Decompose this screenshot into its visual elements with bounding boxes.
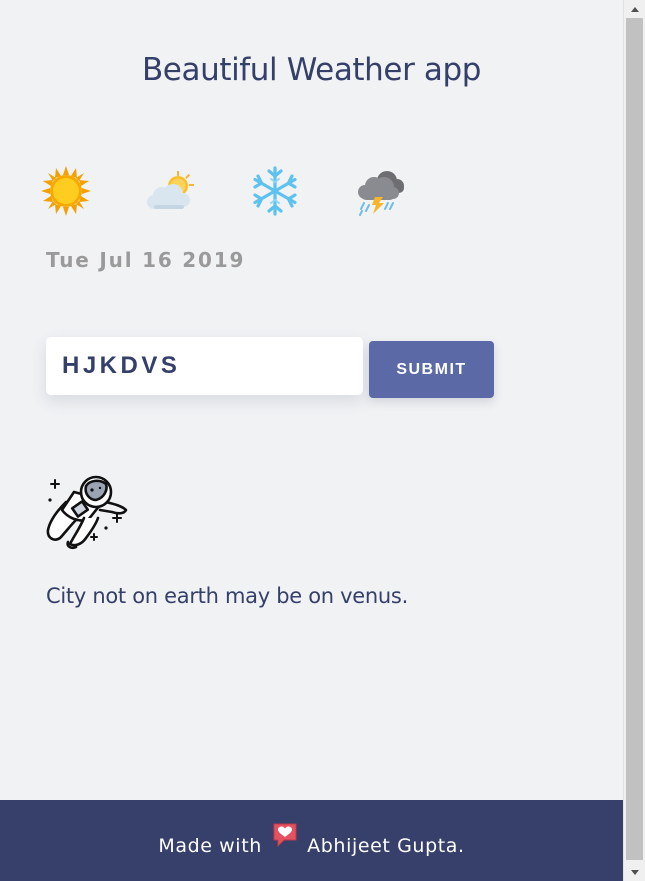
city-search-input[interactable] (46, 337, 363, 395)
footer-author: Abhijeet Gupta. (307, 835, 465, 857)
viewport: Beautiful Weather app Tue Jul 16 2019 HJ… (0, 0, 645, 881)
arrow-up-icon (630, 6, 639, 12)
thunderstorm-icon (358, 171, 404, 216)
footer-credit: Made with Abhijeet Gupta. (0, 823, 623, 857)
heart-icon (273, 823, 297, 848)
page-title: Beautiful Weather app (141, 52, 482, 88)
arrow-down-icon (630, 869, 639, 875)
current-date: Tue Jul 16 2019 (46, 248, 246, 272)
scroll-down-button[interactable] (624, 863, 645, 881)
snowflake-icon (253, 166, 297, 216)
sun-icon (41, 166, 91, 216)
vertical-scrollbar[interactable] (623, 0, 645, 881)
astronaut-icon (46, 475, 128, 550)
scrollbar-thumb[interactable] (626, 18, 643, 860)
error-message: City not on earth may be on venus. (46, 584, 408, 608)
footer-made-with: Made with (158, 835, 262, 857)
partly-cloudy-icon (147, 171, 194, 209)
scroll-up-button[interactable] (624, 0, 645, 18)
page: Beautiful Weather app Tue Jul 16 2019 HJ… (0, 0, 623, 881)
submit-button[interactable]: SUBMIT (369, 341, 494, 398)
